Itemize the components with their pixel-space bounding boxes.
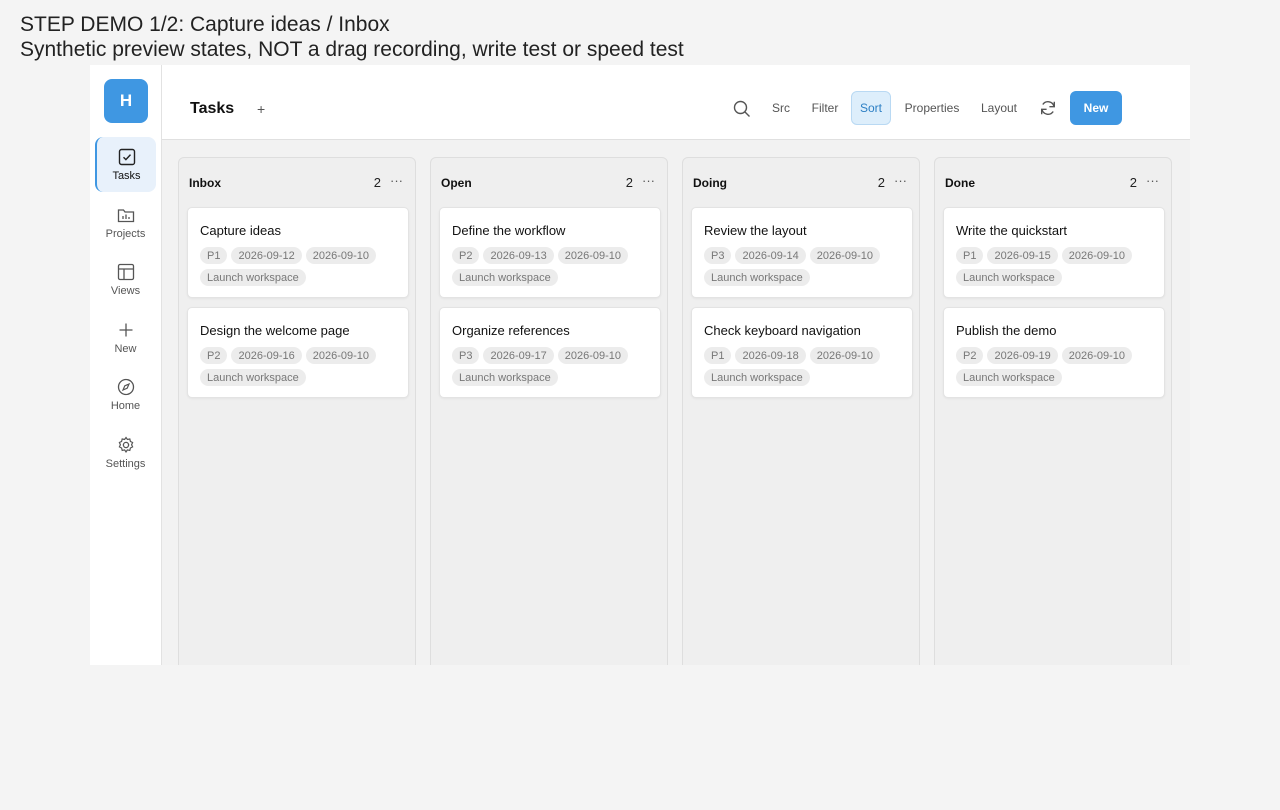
priority-tag: P2	[200, 347, 228, 364]
project-tag: Launch workspace	[956, 269, 1062, 286]
sidebar-item-label: Projects	[105, 228, 146, 240]
column-open: Open 2 ··· Define the workflow P2 2026-09-13 2…	[430, 157, 668, 665]
task-title: Review the layout	[704, 223, 807, 238]
task-card[interactable]: Organize references P3 2026-09-17 2026-09-1…	[439, 307, 661, 398]
sidebar-item-settings[interactable]: Settings	[95, 425, 156, 480]
refresh-icon[interactable]	[1038, 98, 1058, 118]
project-tag: Launch workspace	[956, 369, 1062, 386]
task-title: Organize references	[452, 323, 570, 338]
priority-tag: P2	[452, 247, 480, 264]
sidebar-item-label: Home	[110, 400, 141, 412]
project-tag: Launch workspace	[452, 269, 558, 286]
task-title: Publish the demo	[956, 323, 1057, 338]
priority-tag: P1	[704, 347, 732, 364]
created-date-tag: 2026-09-10	[809, 347, 881, 364]
caption-line-2: Synthetic preview states, NOT a drag rec…	[20, 38, 684, 61]
folder-chart-icon	[116, 205, 136, 225]
column-title: Open	[441, 176, 472, 190]
priority-tag: P2	[956, 347, 984, 364]
task-title: Design the welcome page	[200, 323, 350, 338]
more-icon[interactable]: ···	[390, 173, 403, 188]
created-date-tag: 2026-09-10	[1061, 247, 1133, 264]
project-tag: Launch workspace	[452, 369, 558, 386]
created-date-tag: 2026-09-10	[305, 247, 377, 264]
column-title: Doing	[693, 176, 727, 190]
layout-button[interactable]: Layout	[972, 91, 1026, 125]
src-button[interactable]: Src	[760, 91, 802, 125]
gear-icon	[116, 435, 136, 455]
sidebar-item-views[interactable]: Views	[95, 252, 156, 307]
sidebar-item-label: Tasks	[112, 170, 141, 182]
more-icon[interactable]: ···	[642, 173, 655, 188]
layout-icon	[116, 262, 136, 282]
task-title: Write the quickstart	[956, 223, 1068, 238]
task-title: Check keyboard navigation	[704, 323, 861, 338]
task-title: Define the workflow	[452, 223, 566, 238]
sidebar-item-projects[interactable]: Projects	[95, 195, 156, 250]
column-doing: Doing 2 ··· Review the layout P3 2026-09-14 20…	[682, 157, 920, 665]
plus-icon	[116, 320, 136, 340]
due-date-tag: 2026-09-14	[735, 247, 806, 264]
due-date-tag: 2026-09-13	[483, 247, 554, 264]
column-count: 2	[1129, 175, 1137, 190]
more-icon[interactable]: ···	[1146, 173, 1159, 188]
due-date-tag: 2026-09-12	[231, 247, 302, 264]
due-date-tag: 2026-09-15	[987, 247, 1058, 264]
created-date-tag: 2026-09-10	[1061, 347, 1133, 364]
page-header: Tasks + Src Filter Sort Properties Layou…	[162, 65, 1190, 140]
app-window: H Tasks Projects Views New Home Settings…	[90, 65, 1190, 665]
sidebar-item-label: Settings	[105, 458, 146, 470]
task-card[interactable]: Design the welcome page P2 2026-09-16 2026-…	[187, 307, 409, 398]
task-title: Capture ideas	[200, 223, 281, 238]
checkbox-icon	[117, 147, 137, 167]
column-title: Done	[945, 176, 975, 190]
due-date-tag: 2026-09-17	[483, 347, 554, 364]
task-card[interactable]: Review the layout P3 2026-09-14 2026-09-10 L…	[691, 207, 913, 298]
column-count: 2	[877, 175, 885, 190]
more-icon[interactable]: ···	[894, 173, 907, 188]
search-icon[interactable]	[732, 99, 752, 119]
due-date-tag: 2026-09-18	[735, 347, 806, 364]
project-tag: Launch workspace	[200, 369, 306, 386]
page-title: Tasks	[190, 100, 235, 117]
sort-button[interactable]: Sort	[851, 91, 891, 125]
priority-tag: P1	[200, 247, 228, 264]
created-date-tag: 2026-09-10	[557, 247, 629, 264]
task-card[interactable]: Write the quickstart P1 2026-09-15 2026-09-…	[943, 207, 1165, 298]
priority-tag: P3	[452, 347, 480, 364]
compass-icon	[116, 377, 136, 397]
demo-caption: STEP DEMO 1/2: Capture ideas / Inbox Syn…	[20, 12, 684, 62]
column-count: 2	[373, 175, 381, 190]
priority-tag: P3	[704, 247, 732, 264]
due-date-tag: 2026-09-19	[987, 347, 1058, 364]
column-done: Done 2 ··· Write the quickstart P1 2026-09-15…	[934, 157, 1172, 665]
sidebar-item-label: Views	[110, 285, 141, 297]
sidebar-item-home[interactable]: Home	[95, 367, 156, 422]
task-card[interactable]: Check keyboard navigation P1 2026-09-18 202…	[691, 307, 913, 398]
task-card[interactable]: Capture ideas P1 2026-09-12 2026-09-10 Launc…	[187, 207, 409, 298]
column-title: Inbox	[189, 176, 221, 190]
sidebar-item-tasks[interactable]: Tasks	[95, 137, 156, 192]
add-view-button[interactable]: +	[257, 101, 265, 117]
properties-button[interactable]: Properties	[897, 91, 967, 125]
column-count: 2	[625, 175, 633, 190]
project-tag: Launch workspace	[704, 369, 810, 386]
new-task-button[interactable]: New	[1070, 91, 1122, 125]
created-date-tag: 2026-09-10	[557, 347, 629, 364]
sidebar: H Tasks Projects Views New Home Settings	[90, 65, 162, 665]
task-card[interactable]: Define the workflow P2 2026-09-13 2026-09-1…	[439, 207, 661, 298]
priority-tag: P1	[956, 247, 984, 264]
created-date-tag: 2026-09-10	[809, 247, 881, 264]
due-date-tag: 2026-09-16	[231, 347, 302, 364]
created-date-tag: 2026-09-10	[305, 347, 377, 364]
project-tag: Launch workspace	[200, 269, 306, 286]
project-tag: Launch workspace	[704, 269, 810, 286]
task-card[interactable]: Publish the demo P2 2026-09-19 2026-09-10 La…	[943, 307, 1165, 398]
sidebar-item-new[interactable]: New	[95, 310, 156, 365]
caption-line-1: STEP DEMO 1/2: Capture ideas / Inbox	[20, 13, 390, 36]
column-inbox: Inbox 2 ··· Capture ideas P1 2026-09-12 2026-0…	[178, 157, 416, 665]
workspace-avatar[interactable]: H	[104, 79, 148, 123]
sidebar-item-label: New	[114, 343, 137, 355]
filter-button[interactable]: Filter	[804, 91, 846, 125]
